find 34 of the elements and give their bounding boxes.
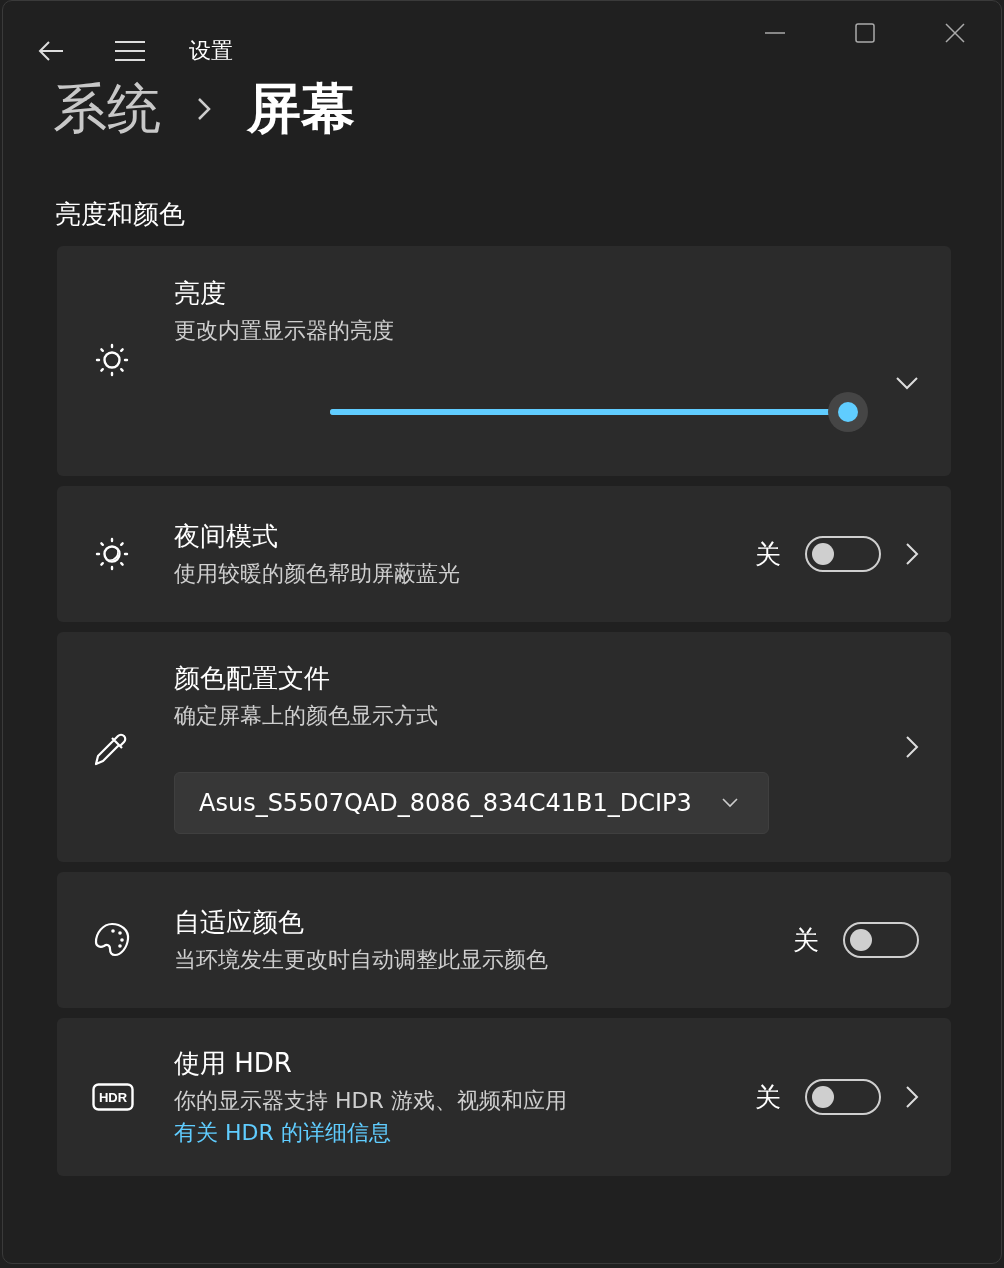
- hdr-icon: HDR: [92, 1083, 134, 1111]
- menu-icon[interactable]: [115, 41, 145, 61]
- back-icon[interactable]: [37, 40, 65, 62]
- setting-description: 使用较暖的颜色帮助屏蔽蓝光: [174, 559, 461, 588]
- color-profile-dropdown[interactable]: Asus_S5507QAD_8086_834C41B1_DCIP3: [174, 771, 769, 834]
- setting-title: 夜间模式: [174, 519, 279, 553]
- setting-description: 当环境发生更改时自动调整此显示颜色: [174, 945, 549, 974]
- chevron-down-icon[interactable]: [895, 376, 919, 390]
- setting-title: 使用 HDR: [174, 1046, 293, 1080]
- toggle-state-label: 关: [755, 537, 781, 571]
- setting-description: 更改内置显示器的亮度: [174, 317, 395, 345]
- chevron-right-icon[interactable]: [905, 542, 919, 566]
- toggle-switch[interactable]: [805, 1079, 881, 1115]
- chevron-right-icon[interactable]: [905, 735, 919, 759]
- window-title: 设置: [189, 37, 233, 65]
- toggle-switch[interactable]: [843, 922, 919, 958]
- chevron-right-icon[interactable]: [905, 1085, 919, 1109]
- toggle-switch[interactable]: [805, 536, 881, 572]
- setting-title: 亮度: [174, 277, 227, 310]
- chevron-down-icon: [721, 797, 738, 808]
- slider-thumb[interactable]: [828, 392, 868, 432]
- setting-title: 自适应颜色: [174, 905, 305, 939]
- close-icon[interactable]: [945, 23, 965, 43]
- toggle-state-label: 关: [755, 1080, 781, 1114]
- learn-more-link[interactable]: 有关 HDR 的详细信息: [174, 1119, 391, 1145]
- chevron-right-icon: [197, 97, 211, 121]
- setting-description: 你的显示器支持 HDR 游戏、视频和应用 有关 HDR 的详细信息: [174, 1086, 568, 1147]
- setting-title: 颜色配置文件: [174, 661, 331, 695]
- maximize-icon[interactable]: [855, 23, 875, 43]
- setting-description: 确定屏幕上的颜色显示方式: [174, 701, 439, 730]
- section-heading: 亮度和颜色: [54, 198, 186, 231]
- breadcrumb-item[interactable]: 系统: [53, 72, 161, 146]
- breadcrumb-item: 屏幕: [247, 75, 355, 142]
- toggle-state-label: 关: [793, 923, 819, 957]
